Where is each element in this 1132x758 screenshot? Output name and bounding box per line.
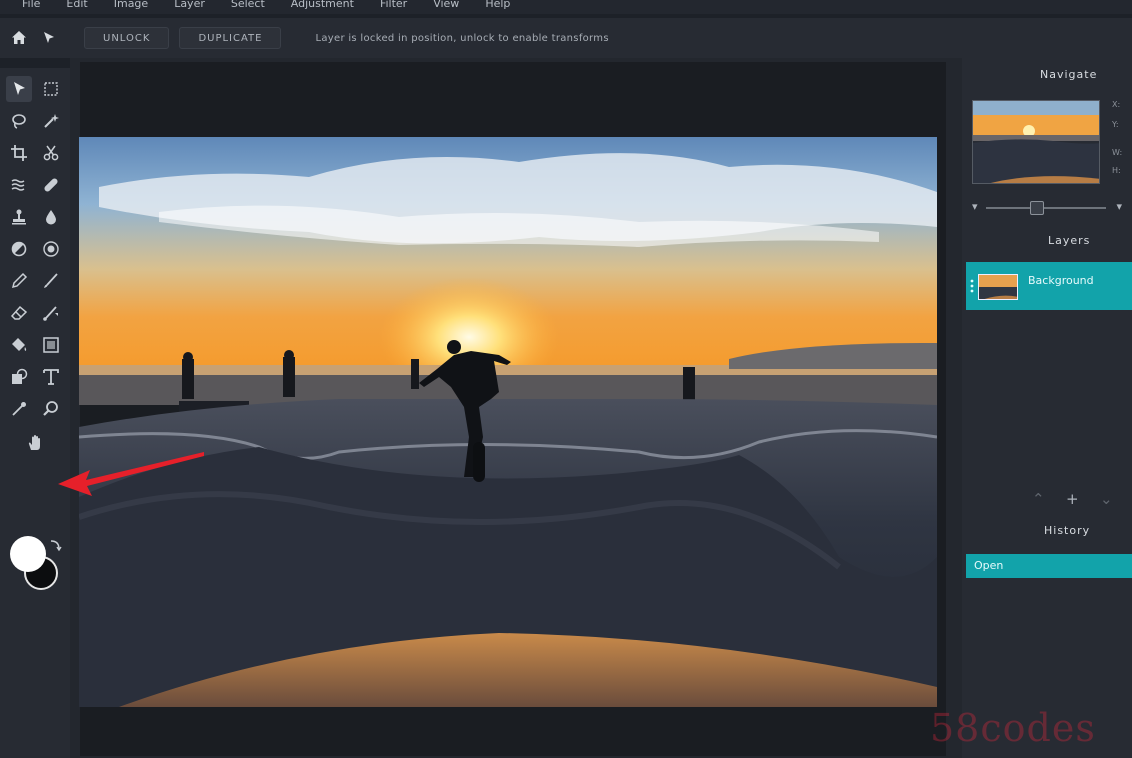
swap-colors-icon[interactable] xyxy=(48,538,62,552)
zoom-tool-icon xyxy=(43,401,58,416)
hand-tool-button[interactable] xyxy=(22,430,48,456)
canvas-image[interactable] xyxy=(79,137,937,707)
scissors-button[interactable] xyxy=(38,140,64,166)
sponge-tool-button[interactable] xyxy=(38,236,64,262)
layer-move-down-icon[interactable]: ⌄ xyxy=(1100,490,1113,508)
layer-locked-message: Layer is locked in position, unlock to e… xyxy=(315,32,609,44)
pencil-icon xyxy=(11,272,28,289)
color-replace-button[interactable] xyxy=(38,300,64,326)
zoom-tool-button[interactable] xyxy=(38,396,64,422)
history-item-label: Open xyxy=(974,559,1004,572)
eyedropper-icon xyxy=(12,402,26,416)
eraser-icon xyxy=(10,305,28,320)
sponge-icon xyxy=(43,241,59,257)
zoom-track[interactable] xyxy=(986,207,1106,209)
zoom-in-icon[interactable]: ▾ xyxy=(1116,200,1122,213)
tool-bar xyxy=(0,68,70,758)
options-bar: UNLOCK DUPLICATE Layer is locked in posi… xyxy=(0,18,1132,58)
layer-item[interactable]: Background xyxy=(966,262,1132,310)
foreground-color-swatch[interactable] xyxy=(10,536,46,572)
right-panel: Navigate X: Y: W: H: ▾ ▾ Layers Backgrou… xyxy=(962,58,1132,758)
history-item[interactable]: Open xyxy=(966,554,1132,578)
shape-tool-button[interactable] xyxy=(6,364,32,390)
navigator-x-readout: X: xyxy=(1112,100,1121,109)
brush-icon xyxy=(44,273,58,288)
pointer-button[interactable] xyxy=(30,18,68,58)
navigator-preview xyxy=(973,101,1099,183)
layer-thumbnail xyxy=(978,274,1018,300)
blur-drop-icon xyxy=(46,210,56,225)
duplicate-button[interactable]: DUPLICATE xyxy=(179,27,282,49)
move-tool-button[interactable] xyxy=(6,76,32,102)
clone-stamp-button[interactable] xyxy=(6,204,32,230)
lasso-tool-icon xyxy=(12,114,26,129)
layer-visibility-icon[interactable] xyxy=(969,278,975,294)
navigator-w-readout: W: xyxy=(1112,148,1123,157)
layers-panel-title: Layers xyxy=(1048,234,1091,247)
marquee-tool-button[interactable] xyxy=(38,76,64,102)
unlock-button[interactable]: UNLOCK xyxy=(84,27,170,49)
menu-edit[interactable]: Edit xyxy=(66,0,87,10)
menu-adjustment[interactable]: Adjustment xyxy=(291,0,354,10)
menu-file[interactable]: File xyxy=(22,0,40,10)
history-panel-title: History xyxy=(1044,524,1091,537)
paint-bucket-button[interactable] xyxy=(6,332,32,358)
healing-brush-icon xyxy=(44,178,58,192)
layer-name: Background xyxy=(1028,274,1094,287)
watermark-text: 58codes xyxy=(930,706,1096,750)
home-icon xyxy=(12,31,26,44)
type-tool-button[interactable] xyxy=(38,364,64,390)
scissors-icon xyxy=(43,145,59,161)
gradient-tool-button[interactable] xyxy=(38,332,64,358)
magic-wand-icon xyxy=(44,114,59,128)
add-layer-icon[interactable]: + xyxy=(1066,490,1079,508)
zoom-out-icon[interactable]: ▾ xyxy=(972,200,978,213)
navigator-y-readout: Y: xyxy=(1112,120,1119,129)
navigate-panel-title: Navigate xyxy=(1040,68,1098,81)
healing-brush-button[interactable] xyxy=(38,172,64,198)
layer-actions: ⌃ + ⌄ xyxy=(1022,490,1122,510)
move-tool-icon xyxy=(14,82,25,95)
type-tool-icon xyxy=(43,369,59,385)
marquee-tool-icon xyxy=(44,82,58,96)
clone-stamp-icon xyxy=(12,209,26,225)
menu-image[interactable]: Image xyxy=(114,0,148,10)
skatepark-sunset-photo xyxy=(79,137,937,707)
shape-icon xyxy=(12,368,28,384)
zoom-handle[interactable] xyxy=(1030,201,1044,215)
menu-select[interactable]: Select xyxy=(231,0,265,10)
menu-layer[interactable]: Layer xyxy=(174,0,205,10)
zoom-slider[interactable]: ▾ ▾ xyxy=(972,200,1122,216)
lasso-tool-button[interactable] xyxy=(6,108,32,134)
smudge-tool-button[interactable] xyxy=(6,172,32,198)
navigator-thumbnail[interactable] xyxy=(972,100,1100,184)
pointer-icon xyxy=(44,32,54,43)
eyedropper-button[interactable] xyxy=(6,396,32,422)
color-replace-icon xyxy=(43,306,58,321)
smudge-tool-icon xyxy=(11,179,25,191)
paint-bucket-icon xyxy=(12,338,27,351)
navigator-h-readout: H: xyxy=(1112,166,1121,175)
hand-tool-icon xyxy=(28,435,40,450)
pencil-tool-button[interactable] xyxy=(6,268,32,294)
menu-filter[interactable]: Filter xyxy=(380,0,407,10)
dodge-burn-icon xyxy=(11,241,27,257)
eraser-tool-button[interactable] xyxy=(6,300,32,326)
dodge-burn-button[interactable] xyxy=(6,236,32,262)
layer-move-up-icon[interactable]: ⌃ xyxy=(1032,490,1045,508)
magic-wand-button[interactable] xyxy=(38,108,64,134)
menu-help[interactable]: Help xyxy=(485,0,510,10)
blur-tool-button[interactable] xyxy=(38,204,64,230)
crop-tool-button[interactable] xyxy=(6,140,32,166)
brush-tool-button[interactable] xyxy=(38,268,64,294)
annotation-arrow-icon xyxy=(58,452,204,496)
crop-tool-icon xyxy=(11,145,27,161)
menu-view[interactable]: View xyxy=(433,0,459,10)
gradient-icon xyxy=(43,337,59,353)
menu-bar: File Edit Image Layer Select Adjustment … xyxy=(0,0,1132,14)
